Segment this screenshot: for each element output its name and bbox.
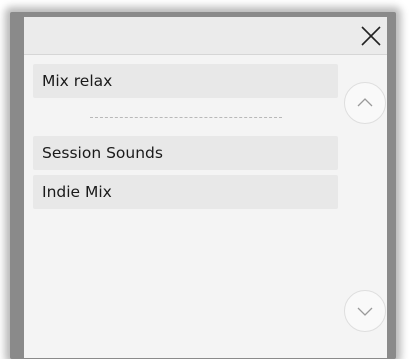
playlist-list: Mix relax Session Sounds Indie Mix [33, 64, 338, 214]
list-item-label: Mix relax [42, 72, 113, 90]
list-item[interactable]: Indie Mix [33, 175, 338, 209]
playlist-popup-panel: Mix relax Session Sounds Indie Mix [24, 17, 387, 358]
list-separator [33, 103, 338, 134]
popup-header [24, 17, 387, 55]
close-button[interactable] [355, 19, 387, 51]
list-item[interactable]: Mix relax [33, 64, 338, 98]
scroll-down-button[interactable] [344, 290, 386, 332]
chevron-up-icon [357, 98, 373, 107]
dashed-divider [89, 117, 282, 118]
list-item[interactable]: Session Sounds [33, 136, 338, 170]
chevron-down-icon [357, 307, 373, 316]
close-icon [361, 26, 381, 46]
list-item-label: Session Sounds [42, 144, 163, 162]
scroll-up-button[interactable] [344, 82, 386, 124]
list-item-label: Indie Mix [42, 183, 112, 201]
